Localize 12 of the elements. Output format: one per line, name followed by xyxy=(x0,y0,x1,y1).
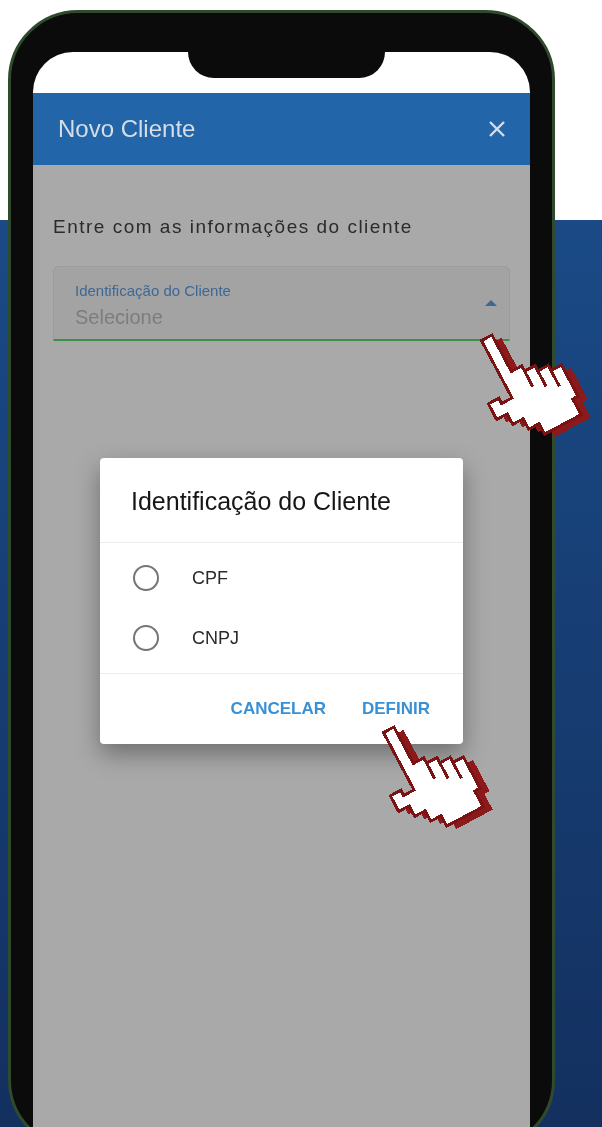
dialog-title: Identificação do Cliente xyxy=(100,457,463,543)
radio-button[interactable] xyxy=(133,565,159,591)
radio-option[interactable]: CNPJ xyxy=(100,608,463,668)
field-label: Identificação do Cliente xyxy=(75,280,232,301)
close-icon xyxy=(488,120,506,138)
radio-button[interactable] xyxy=(133,625,159,651)
dialog-button[interactable]: DEFINIR xyxy=(362,696,430,722)
dialog-button[interactable]: CANCELAR xyxy=(230,696,326,722)
intro-text: Entre com as informações do cliente xyxy=(53,215,414,239)
radio-option[interactable]: CPF xyxy=(100,548,463,608)
header-title: Novo Cliente xyxy=(58,114,196,144)
dropdown-caret-icon xyxy=(485,297,497,306)
